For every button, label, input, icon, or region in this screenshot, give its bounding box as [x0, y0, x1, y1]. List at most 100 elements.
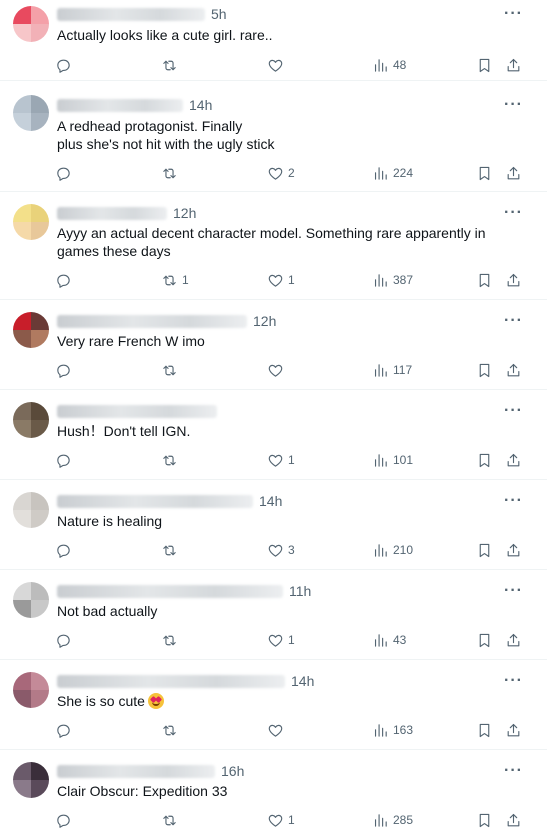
views-button[interactable]: 163	[372, 720, 413, 740]
views-button[interactable]: 387	[372, 270, 413, 290]
blurred-username[interactable]	[57, 674, 285, 688]
more-icon[interactable]: ···	[504, 493, 523, 509]
reply-button[interactable]	[55, 163, 76, 183]
share-button[interactable]	[505, 270, 522, 290]
reply-button[interactable]	[55, 810, 76, 830]
repost-button[interactable]	[161, 55, 182, 75]
blurred-username[interactable]	[57, 764, 215, 778]
more-icon[interactable]: ···	[504, 583, 523, 599]
views-button[interactable]: 117	[372, 360, 412, 380]
bookmark-button[interactable]	[476, 450, 493, 470]
reply[interactable]: 5h ··· Actually looks like a cute girl. …	[0, 0, 547, 81]
reply-time[interactable]: 12h	[173, 205, 196, 221]
blurred-username[interactable]	[57, 98, 183, 112]
repost-button[interactable]	[161, 630, 182, 650]
bookmark-button[interactable]	[476, 540, 493, 560]
bookmark-button[interactable]	[476, 270, 493, 290]
share-button[interactable]	[505, 630, 522, 650]
reply[interactable]: 14h ··· Nature is healing 3 210	[0, 480, 547, 570]
views-button[interactable]: 48	[372, 55, 406, 75]
reply-time[interactable]: 14h	[291, 673, 314, 689]
reply[interactable]: 14h ··· She is so cute 163	[0, 660, 547, 750]
repost-button[interactable]	[161, 360, 182, 380]
reply-button[interactable]	[55, 540, 76, 560]
more-icon[interactable]: ···	[504, 97, 523, 113]
blurred-username[interactable]	[57, 584, 283, 598]
share-button[interactable]	[505, 720, 522, 740]
reply-time[interactable]: 16h	[221, 763, 244, 779]
like-button[interactable]	[267, 720, 288, 740]
like-button[interactable]: 1	[267, 270, 295, 290]
reply-button[interactable]	[55, 630, 76, 650]
views-button[interactable]: 101	[372, 450, 413, 470]
views-button[interactable]: 210	[372, 540, 413, 560]
bookmark-button[interactable]	[476, 360, 493, 380]
reply-button[interactable]	[55, 720, 76, 740]
avatar[interactable]	[13, 672, 49, 708]
reply[interactable]: 16h ··· Clair Obscur: Expedition 33 1 285	[0, 750, 547, 834]
like-button[interactable]: 3	[267, 540, 295, 560]
reply[interactable]: 12h ··· Ayyy an actual decent character …	[0, 192, 547, 300]
avatar[interactable]	[13, 402, 49, 438]
blurred-username[interactable]	[57, 206, 167, 220]
more-icon[interactable]: ···	[504, 673, 523, 689]
blurred-username[interactable]	[57, 404, 217, 418]
avatar[interactable]	[13, 582, 49, 618]
more-icon[interactable]: ···	[504, 6, 523, 22]
bookmark-button[interactable]	[476, 810, 493, 830]
repost-button[interactable]	[161, 450, 182, 470]
repost-button[interactable]	[161, 810, 182, 830]
bookmark-button[interactable]	[476, 720, 493, 740]
blurred-username[interactable]	[57, 494, 253, 508]
like-button[interactable]: 1	[267, 450, 295, 470]
more-icon[interactable]: ···	[504, 403, 523, 419]
avatar[interactable]	[13, 95, 49, 131]
share-button[interactable]	[505, 163, 522, 183]
reply-button[interactable]	[55, 360, 76, 380]
reply[interactable]: 14h ··· A redhead protagonist. Finally p…	[0, 81, 547, 192]
views-button[interactable]: 224	[372, 163, 413, 183]
views-button[interactable]: 43	[372, 630, 406, 650]
reply-icon	[55, 452, 72, 469]
reply-button[interactable]	[55, 450, 76, 470]
like-button[interactable]	[267, 55, 288, 75]
reply-button[interactable]	[55, 55, 76, 75]
like-button[interactable]	[267, 360, 288, 380]
reply-button[interactable]	[55, 270, 76, 290]
avatar[interactable]	[13, 762, 49, 798]
like-button[interactable]: 1	[267, 810, 295, 830]
views-button[interactable]: 285	[372, 810, 413, 830]
repost-button[interactable]: 1	[161, 270, 189, 290]
bookmark-button[interactable]	[476, 163, 493, 183]
blurred-username[interactable]	[57, 314, 247, 328]
more-icon[interactable]: ···	[504, 313, 523, 329]
share-button[interactable]	[505, 810, 522, 830]
more-icon[interactable]: ···	[504, 205, 523, 221]
reply-time[interactable]: 5h	[211, 6, 227, 22]
repost-button[interactable]	[161, 540, 182, 560]
avatar[interactable]	[13, 312, 49, 348]
repost-button[interactable]	[161, 163, 182, 183]
share-icon	[505, 362, 522, 379]
blurred-username[interactable]	[57, 7, 205, 21]
share-button[interactable]	[505, 450, 522, 470]
share-button[interactable]	[505, 540, 522, 560]
share-button[interactable]	[505, 360, 522, 380]
share-button[interactable]	[505, 55, 522, 75]
more-icon[interactable]: ···	[504, 763, 523, 779]
bookmark-button[interactable]	[476, 55, 493, 75]
avatar[interactable]	[13, 492, 49, 528]
reply[interactable]: 11h ··· Not bad actually 1 43	[0, 570, 547, 660]
like-button[interactable]: 1	[267, 630, 295, 650]
bookmark-button[interactable]	[476, 630, 493, 650]
repost-button[interactable]	[161, 720, 182, 740]
reply-time[interactable]: 12h	[253, 313, 276, 329]
reply[interactable]: 12h ··· Very rare French W imo 117	[0, 300, 547, 390]
avatar[interactable]	[13, 6, 49, 42]
reply-time[interactable]: 14h	[189, 97, 212, 113]
reply-time[interactable]: 14h	[259, 493, 282, 509]
reply-time[interactable]: 11h	[289, 583, 311, 599]
avatar[interactable]	[13, 204, 49, 240]
reply[interactable]: ··· Hush！Don't tell IGN. 1 101	[0, 390, 547, 480]
like-button[interactable]: 2	[267, 163, 295, 183]
